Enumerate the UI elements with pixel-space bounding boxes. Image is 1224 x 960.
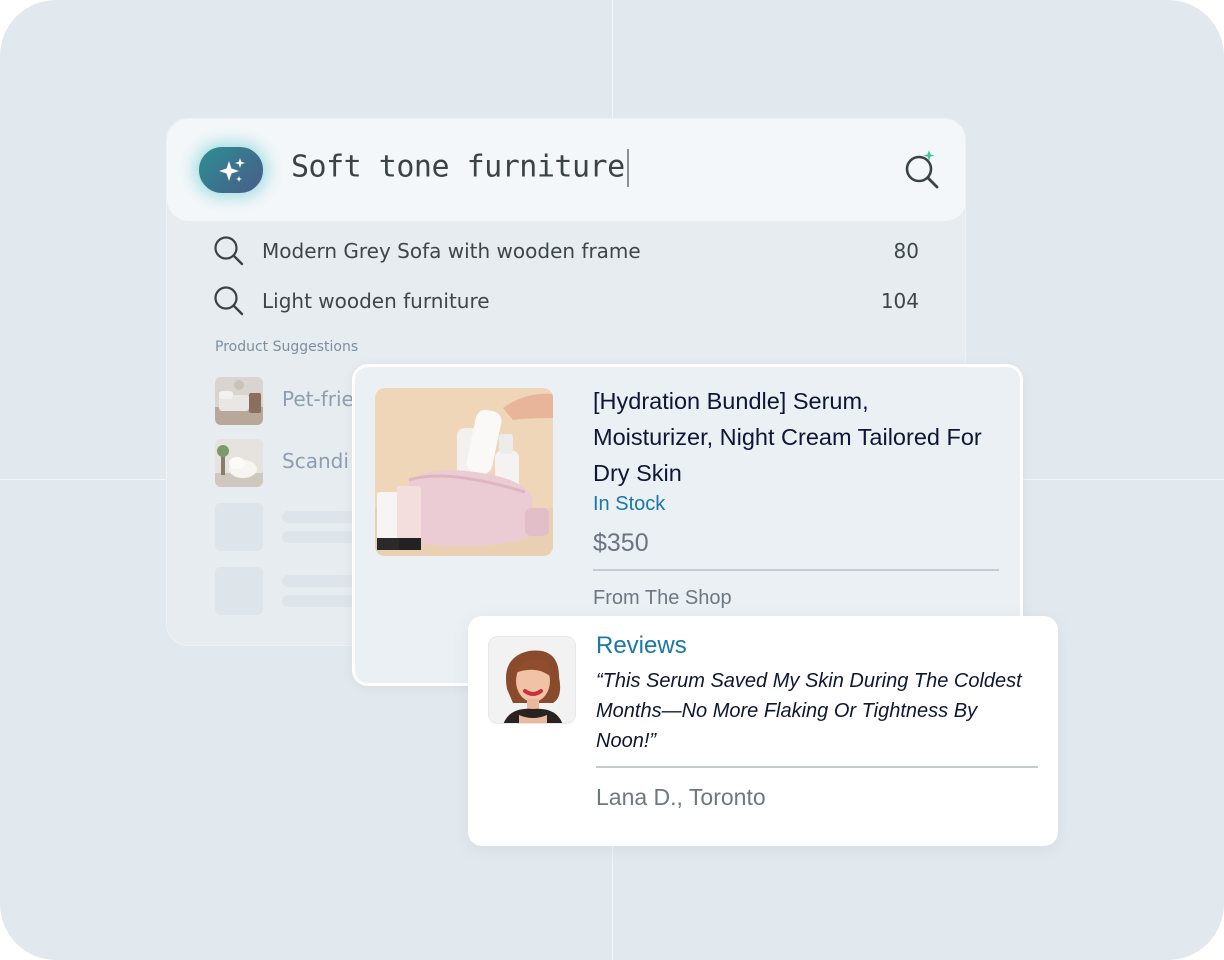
stock-status: In Stock <box>593 493 666 515</box>
reviews-heading: Reviews <box>596 632 687 659</box>
skeleton-thumbnail <box>215 567 263 615</box>
search-bar[interactable]: Soft tone furniture <box>167 119 965 221</box>
search-submit-button[interactable] <box>903 149 943 189</box>
product-suggestion-label: Pet-frie <box>282 387 354 411</box>
product-thumbnail <box>215 377 263 425</box>
ai-search-icon <box>905 150 939 189</box>
divider <box>593 569 999 571</box>
canvas: Soft tone furniture Modern Grey Sofa wit… <box>0 0 1224 960</box>
review-card: Reviews “This Serum Saved My Skin During… <box>468 616 1058 846</box>
product-suggestion-label: Scandi <box>282 449 349 473</box>
suggestion-item[interactable]: Light wooden furniture 104 <box>213 283 919 319</box>
product-title[interactable]: [Hydration Bundle] Serum, Moisturizer, N… <box>593 383 983 491</box>
product-suggestions-heading: Product Suggestions <box>215 339 359 355</box>
reviewer-name: Lana D., Toronto <box>596 784 766 810</box>
ai-assist-button[interactable] <box>197 145 265 195</box>
skeleton-thumbnail <box>215 503 263 551</box>
review-quote: “This Serum Saved My Skin During The Col… <box>596 670 1022 752</box>
suggestion-count: 104 <box>880 289 919 313</box>
reviewer-avatar <box>488 636 576 724</box>
suggestion-label: Modern Grey Sofa with wooden frame <box>262 239 641 263</box>
suggestion-item[interactable]: Modern Grey Sofa with wooden frame 80 <box>213 233 919 269</box>
sparkles-icon <box>219 158 245 182</box>
suggestion-count: 80 <box>893 239 919 263</box>
search-icon <box>214 236 244 266</box>
search-input[interactable]: Soft tone furniture <box>291 149 629 187</box>
search-icon <box>214 286 244 316</box>
product-price: $350 <box>593 529 649 557</box>
product-image <box>375 388 553 556</box>
divider <box>596 766 1038 768</box>
suggestion-label: Light wooden furniture <box>262 289 490 313</box>
product-thumbnail <box>215 439 263 487</box>
search-query: Soft tone furniture <box>291 149 625 185</box>
shop-link[interactable]: From The Shop <box>593 587 732 610</box>
text-caret <box>626 149 629 187</box>
